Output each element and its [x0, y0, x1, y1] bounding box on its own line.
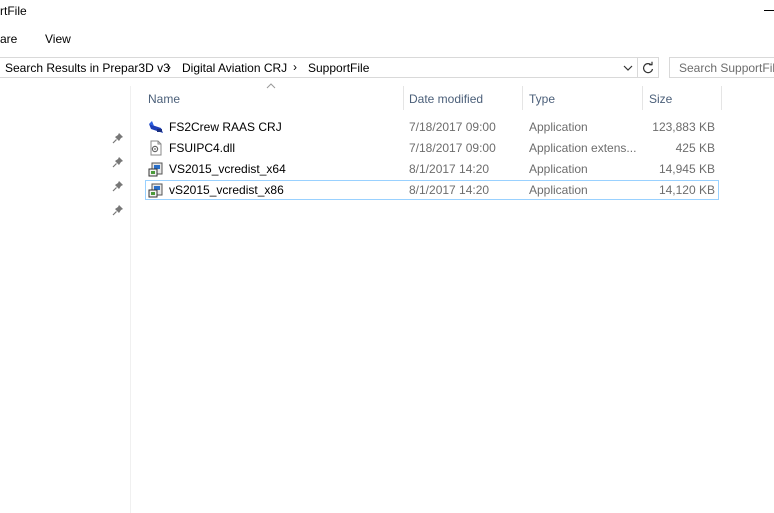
breadcrumb-supportfile[interactable]: SupportFile	[308, 61, 369, 75]
dll-file-icon	[150, 140, 162, 156]
file-row[interactable]: FS2Crew RAAS CRJ 7/18/2017 09:00 Applica…	[145, 117, 719, 137]
breadcrumb-separator-icon[interactable]: ›	[167, 60, 171, 74]
column-divider[interactable]	[403, 86, 404, 110]
file-type: Application	[529, 162, 588, 176]
file-type: Application extens...	[529, 141, 637, 155]
file-row[interactable]: VS2015_vcredist_x64 8/1/2017 14:20 Appli…	[145, 159, 719, 179]
tab-view[interactable]: View	[45, 32, 71, 46]
file-row[interactable]: FSUIPC4.dll 7/18/2017 09:00 Application …	[145, 138, 719, 158]
address-bar[interactable]: Search Results in Prepar3D v3 › Digital …	[0, 57, 659, 78]
file-row-selected[interactable]: vS2015_vcredist_x86 8/1/2017 14:20 Appli…	[145, 180, 719, 200]
tab-share[interactable]: are	[0, 32, 17, 46]
pin-icon[interactable]	[112, 204, 124, 216]
file-name: FSUIPC4.dll	[169, 141, 236, 155]
file-date-modified: 7/18/2017 09:00	[409, 141, 496, 155]
column-divider[interactable]	[522, 86, 523, 110]
column-header-name[interactable]: Name	[148, 92, 180, 106]
column-header-size[interactable]: Size	[649, 92, 672, 106]
file-size: 14,945 KB	[658, 162, 715, 176]
breadcrumb-separator-icon[interactable]: ›	[293, 60, 297, 74]
pin-icon[interactable]	[112, 132, 124, 144]
refresh-icon[interactable]	[640, 60, 656, 76]
column-divider[interactable]	[721, 86, 722, 110]
breadcrumb-digital-aviation-crj[interactable]: Digital Aviation CRJ	[182, 61, 287, 75]
file-name: vS2015_vcredist_x86	[169, 183, 284, 197]
file-size: 14,120 KB	[658, 183, 715, 197]
file-size: 425 KB	[675, 141, 715, 155]
file-date-modified: 8/1/2017 14:20	[409, 183, 490, 197]
file-date-modified: 8/1/2017 14:20	[409, 162, 490, 176]
breadcrumb-search-results[interactable]: Search Results in Prepar3D v3	[5, 61, 170, 75]
search-placeholder: Search SupportFile	[679, 61, 774, 75]
pin-icon[interactable]	[112, 180, 124, 192]
file-type: Application	[529, 183, 588, 197]
pin-icon[interactable]	[112, 156, 124, 168]
sort-ascending-icon	[266, 83, 276, 89]
column-header-type[interactable]: Type	[529, 92, 555, 106]
file-name: VS2015_vcredist_x64	[169, 162, 286, 176]
installer-icon	[148, 183, 163, 198]
nav-pane-divider[interactable]	[130, 86, 131, 513]
file-size: 123,883 KB	[652, 120, 715, 134]
column-divider[interactable]	[642, 86, 643, 110]
minimize-icon[interactable]	[764, 10, 774, 11]
file-date-modified: 7/18/2017 09:00	[409, 120, 496, 134]
address-divider	[637, 58, 638, 77]
installer-icon	[148, 162, 163, 177]
chevron-down-icon[interactable]	[621, 60, 635, 76]
fs2crew-app-icon	[149, 121, 163, 133]
file-name: FS2Crew RAAS CRJ	[169, 120, 282, 134]
search-input[interactable]: Search SupportFile	[669, 57, 774, 78]
file-type: Application	[529, 120, 588, 134]
column-header-date-modified[interactable]: Date modified	[409, 92, 483, 106]
window-title: rtFile	[0, 4, 27, 18]
